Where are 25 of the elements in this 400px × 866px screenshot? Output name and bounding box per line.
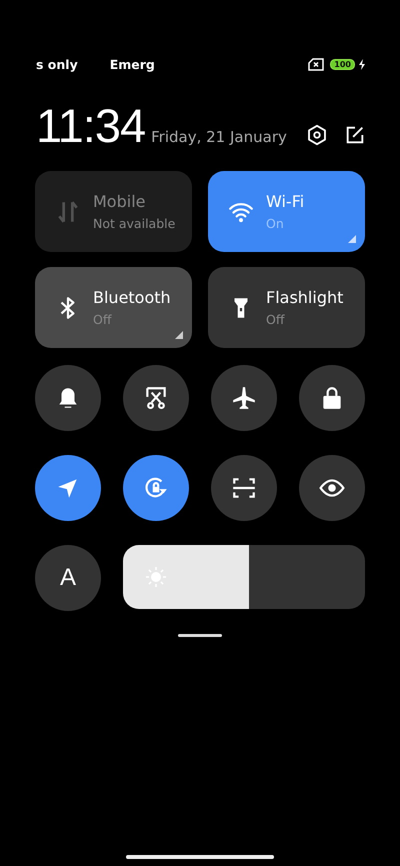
tile-status: Off: [266, 312, 286, 327]
clock-time: 11:34: [36, 102, 146, 150]
carrier-text: Emerg: [110, 56, 155, 72]
tile-label: Flashlight: [266, 288, 344, 307]
no-sim-icon: [308, 58, 324, 70]
drag-handle[interactable]: [178, 634, 222, 637]
date-text: Friday, 21 January: [151, 128, 287, 146]
tile-label: Bluetooth: [93, 288, 171, 307]
carrier-text: s only: [36, 56, 78, 72]
tile-label: Wi-Fi: [266, 192, 304, 211]
tile-label: Mobile: [93, 192, 146, 211]
toggle-tile[interactable]: Bluetooth Off: [35, 267, 192, 348]
toggle-tile[interactable]: Flashlight Off: [208, 267, 365, 348]
tile-status: On: [266, 216, 285, 231]
corner-triangle-icon[interactable]: [175, 331, 183, 339]
auto-brightness-button[interactable]: A: [35, 545, 101, 611]
toggle-tile[interactable]: Wi-Fi On: [208, 171, 365, 252]
corner-triangle-icon[interactable]: [348, 235, 356, 243]
airplane-icon: [231, 385, 257, 411]
tile-status: Off: [93, 312, 113, 327]
battery-level: 100: [330, 58, 355, 70]
settings-icon[interactable]: [306, 124, 328, 146]
edit-icon[interactable]: [344, 124, 366, 146]
brightness-slider[interactable]: [123, 545, 365, 609]
tile-status: Not available: [93, 216, 176, 231]
